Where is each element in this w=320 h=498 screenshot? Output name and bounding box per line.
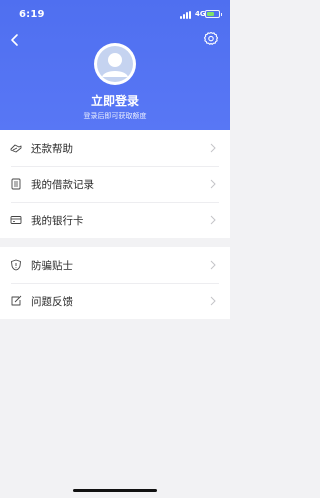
chevron-right-icon: [210, 260, 216, 270]
user-icon: [97, 46, 133, 82]
loan-record-icon: [11, 178, 21, 190]
status-bar: 6:19 4G: [0, 0, 230, 26]
menu-item-label: 问题反馈: [31, 296, 73, 308]
avatar[interactable]: [94, 43, 136, 85]
menu-item-label: 防骗贴士: [31, 260, 73, 272]
feedback-icon: [11, 295, 22, 306]
profile-header: 6:19 4G 立即登录 登录后即可获取额度: [0, 0, 230, 130]
gear-icon: [203, 31, 219, 45]
menu-item-loan-records[interactable]: 我的借款记录: [0, 166, 230, 202]
menu-item-label: 我的借款记录: [31, 179, 94, 191]
chevron-left-icon: [11, 34, 18, 46]
bank-card-icon: [10, 216, 22, 224]
chevron-right-icon: [210, 296, 216, 306]
login-button[interactable]: 立即登录: [0, 92, 230, 109]
home-indicator: [73, 489, 157, 492]
repay-help-icon: [10, 144, 22, 153]
menu-item-repay-help[interactable]: 还款帮助: [0, 130, 230, 166]
shield-icon: [11, 259, 21, 271]
menu-item-label: 还款帮助: [31, 143, 73, 155]
secondary-menu: 防骗贴士 问题反馈: [0, 247, 230, 319]
login-subtitle: 登录后即可获取额度: [83, 112, 147, 120]
menu-item-label: 我的银行卡: [31, 215, 84, 227]
chevron-right-icon: [210, 215, 216, 225]
battery-icon: [205, 10, 222, 18]
signal-icon: [180, 11, 194, 19]
primary-menu: 还款帮助 我的借款记录 我的银行卡: [0, 130, 230, 238]
menu-item-bank-cards[interactable]: 我的银行卡: [0, 202, 230, 238]
settings-button[interactable]: [203, 31, 219, 47]
menu-item-feedback[interactable]: 问题反馈: [0, 283, 230, 319]
chevron-right-icon: [210, 143, 216, 153]
back-button[interactable]: [8, 32, 22, 46]
chevron-right-icon: [210, 179, 216, 189]
menu-item-anti-fraud[interactable]: 防骗贴士: [0, 247, 230, 283]
status-time: 6:19: [19, 9, 45, 20]
